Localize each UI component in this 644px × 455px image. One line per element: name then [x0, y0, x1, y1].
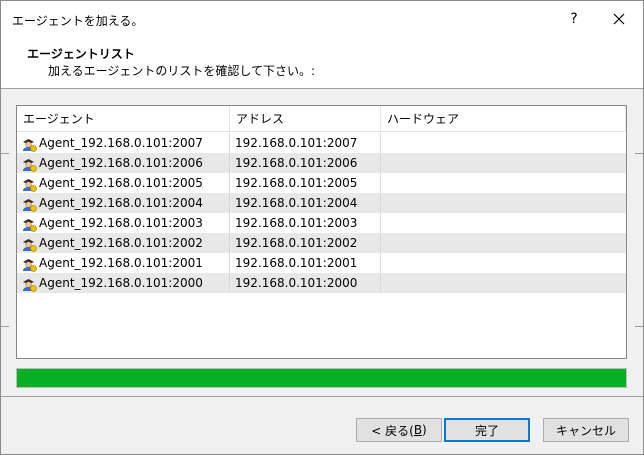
column-divider	[380, 233, 381, 253]
agent-user-icon	[23, 139, 37, 152]
agent-name-cell: Agent_192.168.0.101:2005	[39, 176, 203, 190]
finish-button[interactable]: 完了	[444, 418, 530, 442]
progress-bar	[16, 368, 627, 388]
divider	[635, 326, 643, 327]
column-divider	[380, 173, 381, 193]
back-button-label-end: )	[422, 423, 427, 437]
address-cell: 192.168.0.101:2005	[235, 176, 358, 190]
column-divider	[380, 213, 381, 233]
hardware-cell	[387, 233, 617, 253]
add-agent-dialog: エージェントを加える。 ? エージェントリスト 加えるエージェントのリストを確認…	[0, 0, 644, 455]
hardware-cell	[387, 133, 617, 153]
page-title: エージェントリスト	[27, 47, 135, 61]
table-row[interactable]: Agent_192.168.0.101:2006 192.168.0.101:20…	[17, 153, 626, 173]
back-button-mnemonic: B	[413, 423, 423, 437]
address-cell: 192.168.0.101:2000	[235, 276, 358, 290]
agent-user-icon	[23, 239, 37, 252]
agent-list[interactable]: エージェント アドレス ハードウェア Agent_192.168.0.101:2…	[16, 105, 627, 359]
address-cell: 192.168.0.101:2001	[235, 256, 358, 270]
column-divider	[380, 153, 381, 173]
close-button[interactable]	[597, 1, 641, 37]
agent-user-icon	[23, 159, 37, 172]
column-divider	[229, 193, 230, 213]
column-divider	[229, 273, 230, 293]
table-row[interactable]: Agent_192.168.0.101:2005 192.168.0.101:20…	[17, 173, 626, 193]
agent-user-icon	[23, 219, 37, 232]
progress-fill	[17, 369, 626, 387]
agent-name-cell: Agent_192.168.0.101:2003	[39, 216, 203, 230]
table-row[interactable]: Agent_192.168.0.101:2007 192.168.0.101:20…	[17, 133, 626, 153]
divider	[1, 153, 9, 154]
column-divider	[229, 153, 230, 173]
column-divider	[380, 133, 381, 153]
address-cell: 192.168.0.101:2002	[235, 236, 358, 250]
agent-name-cell: Agent_192.168.0.101:2006	[39, 156, 203, 170]
table-row[interactable]: Agent_192.168.0.101:2004 192.168.0.101:20…	[17, 193, 626, 213]
divider	[635, 153, 643, 154]
agent-name-cell: Agent_192.168.0.101:2007	[39, 136, 203, 150]
hardware-cell	[387, 253, 617, 273]
list-body: Agent_192.168.0.101:2007 192.168.0.101:20…	[17, 133, 626, 293]
column-divider	[380, 193, 381, 213]
back-button[interactable]: < 戻る(B)	[356, 418, 442, 442]
table-row[interactable]: Agent_192.168.0.101:2003 192.168.0.101:20…	[17, 213, 626, 233]
cancel-button[interactable]: キャンセル	[543, 418, 629, 442]
hardware-cell	[387, 193, 617, 213]
column-header-address[interactable]: アドレス	[230, 106, 381, 132]
table-row[interactable]: Agent_192.168.0.101:2001 192.168.0.101:20…	[17, 253, 626, 273]
table-row[interactable]: Agent_192.168.0.101:2000 192.168.0.101:20…	[17, 273, 626, 293]
agent-user-icon	[23, 259, 37, 272]
window-title: エージェントを加える。	[12, 14, 144, 28]
agent-user-icon	[23, 279, 37, 292]
column-divider	[229, 173, 230, 193]
address-cell: 192.168.0.101:2003	[235, 216, 358, 230]
agent-user-icon	[23, 179, 37, 192]
column-divider	[229, 213, 230, 233]
hardware-cell	[387, 173, 617, 193]
page-subtitle: 加えるエージェントのリストを確認して下さい。:	[48, 64, 316, 78]
list-header: エージェント アドレス ハードウェア	[17, 106, 626, 132]
hardware-cell	[387, 213, 617, 233]
divider	[1, 326, 9, 327]
agent-name-cell: Agent_192.168.0.101:2001	[39, 256, 203, 270]
column-header-agent[interactable]: エージェント	[17, 106, 230, 132]
column-header-hardware[interactable]: ハードウェア	[381, 106, 626, 132]
address-cell: 192.168.0.101:2004	[235, 196, 358, 210]
hardware-cell	[387, 153, 617, 173]
address-cell: 192.168.0.101:2006	[235, 156, 358, 170]
help-button[interactable]: ?	[553, 1, 595, 37]
column-divider	[380, 273, 381, 293]
close-icon	[613, 13, 625, 25]
agent-user-icon	[23, 199, 37, 212]
column-divider	[229, 253, 230, 273]
agent-name-cell: Agent_192.168.0.101:2004	[39, 196, 203, 210]
hardware-cell	[387, 273, 617, 293]
column-divider	[380, 253, 381, 273]
agent-name-cell: Agent_192.168.0.101:2000	[39, 276, 203, 290]
column-divider	[229, 233, 230, 253]
table-row[interactable]: Agent_192.168.0.101:2002 192.168.0.101:20…	[17, 233, 626, 253]
footer-divider	[1, 396, 643, 397]
agent-name-cell: Agent_192.168.0.101:2002	[39, 236, 203, 250]
title-bar: エージェントを加える。 ?	[1, 1, 643, 37]
address-cell: 192.168.0.101:2007	[235, 136, 358, 150]
back-button-label: < 戻る(	[371, 423, 414, 438]
wizard-header: エージェントリスト 加えるエージェントのリストを確認して下さい。:	[1, 37, 643, 89]
column-divider	[229, 133, 230, 153]
